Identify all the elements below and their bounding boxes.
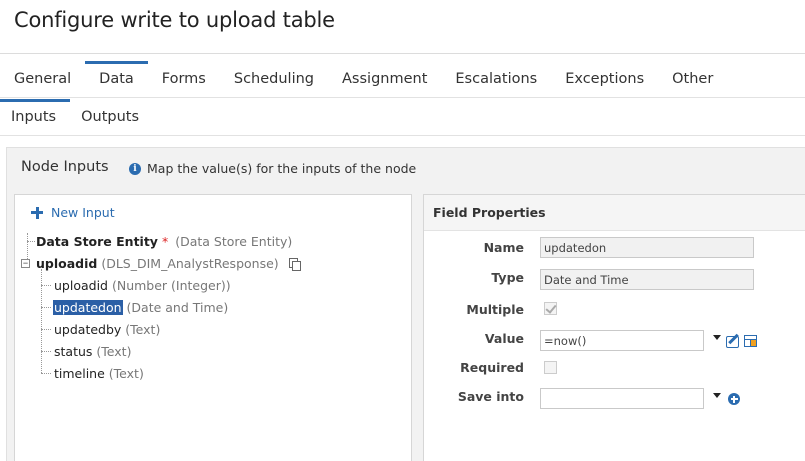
save-into-input[interactable] [540, 388, 704, 409]
copy-icon[interactable] [288, 258, 301, 271]
tree-node-updatedby[interactable]: updatedby (Text) [54, 322, 160, 337]
info-icon: i [129, 162, 141, 175]
value-label: Value [484, 331, 524, 346]
main-tabs: General Data Forms Scheduling Assignment… [0, 61, 727, 97]
tree-node-uploadid[interactable]: uploadid (Number (Integer)) [54, 278, 231, 293]
tree-node-status[interactable]: status (Text) [54, 344, 131, 359]
multiple-label: Multiple [466, 302, 524, 317]
expression-editor-icon[interactable] [744, 335, 757, 347]
node-type: (Text) [125, 322, 161, 337]
info-text: Map the value(s) for the inputs of the n… [147, 161, 417, 176]
required-mark: * [161, 234, 169, 249]
tree-node-timeline[interactable]: timeline (Text) [54, 366, 144, 381]
edit-expression-icon[interactable] [726, 336, 739, 348]
node-name: uploadid [36, 256, 98, 271]
node-type: (DLS_DIM_AnalystResponse) [101, 256, 279, 271]
tree-connector [41, 307, 51, 308]
subtabs-divider [0, 135, 805, 136]
tab-escalations[interactable]: Escalations [441, 61, 551, 97]
tree-connector [41, 285, 51, 286]
tab-assignment[interactable]: Assignment [328, 61, 441, 97]
new-input-label: New Input [51, 205, 115, 220]
subtab-inputs[interactable]: Inputs [0, 99, 71, 135]
node-name-selected: updatedon [53, 300, 123, 315]
name-field: updatedon [540, 237, 754, 258]
node-name: status [54, 344, 93, 359]
tab-forms[interactable]: Forms [148, 61, 220, 97]
required-checkbox [544, 361, 557, 374]
value-input[interactable]: =now() [540, 330, 704, 351]
node-type: (Number (Integer)) [111, 278, 231, 293]
node-type: (Date and Time) [126, 300, 229, 315]
info-message: i Map the value(s) for the inputs of the… [129, 161, 416, 176]
field-properties-panel: Field Properties Name updatedon Type Dat… [423, 194, 805, 461]
tree-node-uploadid-group[interactable]: uploadid (DLS_DIM_AnalystResponse) [36, 256, 301, 271]
tab-data[interactable]: Data [85, 61, 148, 97]
tab-other[interactable]: Other [658, 61, 727, 97]
field-properties-title: Field Properties [424, 195, 805, 231]
sub-tabs: Inputs Outputs [0, 99, 153, 135]
tabs-divider [0, 97, 805, 98]
node-name: Data Store Entity [36, 234, 158, 249]
page-title: Configure write to upload table [14, 8, 335, 32]
new-input-button[interactable]: New Input [31, 205, 115, 220]
required-label: Required [460, 360, 524, 375]
subtab-outputs[interactable]: Outputs [70, 99, 153, 135]
node-name: timeline [54, 366, 105, 381]
type-field: Date and Time [540, 269, 754, 290]
node-inputs-title: Node Inputs [21, 159, 109, 175]
node-type: (Text) [108, 366, 144, 381]
node-inputs-panel: Node Inputs i Map the value(s) for the i… [6, 147, 805, 461]
save-into-dropdown-caret[interactable] [713, 393, 721, 398]
value-dropdown-caret[interactable] [713, 335, 721, 340]
add-variable-icon[interactable] [728, 393, 740, 405]
tab-scheduling[interactable]: Scheduling [220, 61, 328, 97]
tab-general[interactable]: General [0, 61, 85, 97]
title-divider [0, 53, 805, 54]
tree-connector [41, 329, 51, 330]
tree-connector [41, 351, 51, 352]
tree-connector [27, 241, 35, 242]
node-name: updatedby [54, 322, 122, 337]
node-type: (Text) [96, 344, 132, 359]
tree-node-data-store-entity[interactable]: Data Store Entity * (Data Store Entity) [36, 234, 292, 249]
node-type: (Data Store Entity) [175, 234, 293, 249]
multiple-checkbox [544, 302, 557, 315]
type-label: Type [491, 270, 524, 285]
tab-exceptions[interactable]: Exceptions [551, 61, 658, 97]
input-tree: New Input Data Store Entity * (Data Store… [14, 194, 412, 461]
name-label: Name [483, 240, 524, 255]
plus-icon [31, 206, 43, 219]
node-name: uploadid [54, 278, 108, 293]
tree-node-updatedon[interactable]: updatedon (Date and Time) [53, 300, 228, 315]
tree-connector [41, 373, 51, 374]
collapse-toggle[interactable]: − [21, 259, 30, 268]
save-into-label: Save into [457, 389, 524, 404]
